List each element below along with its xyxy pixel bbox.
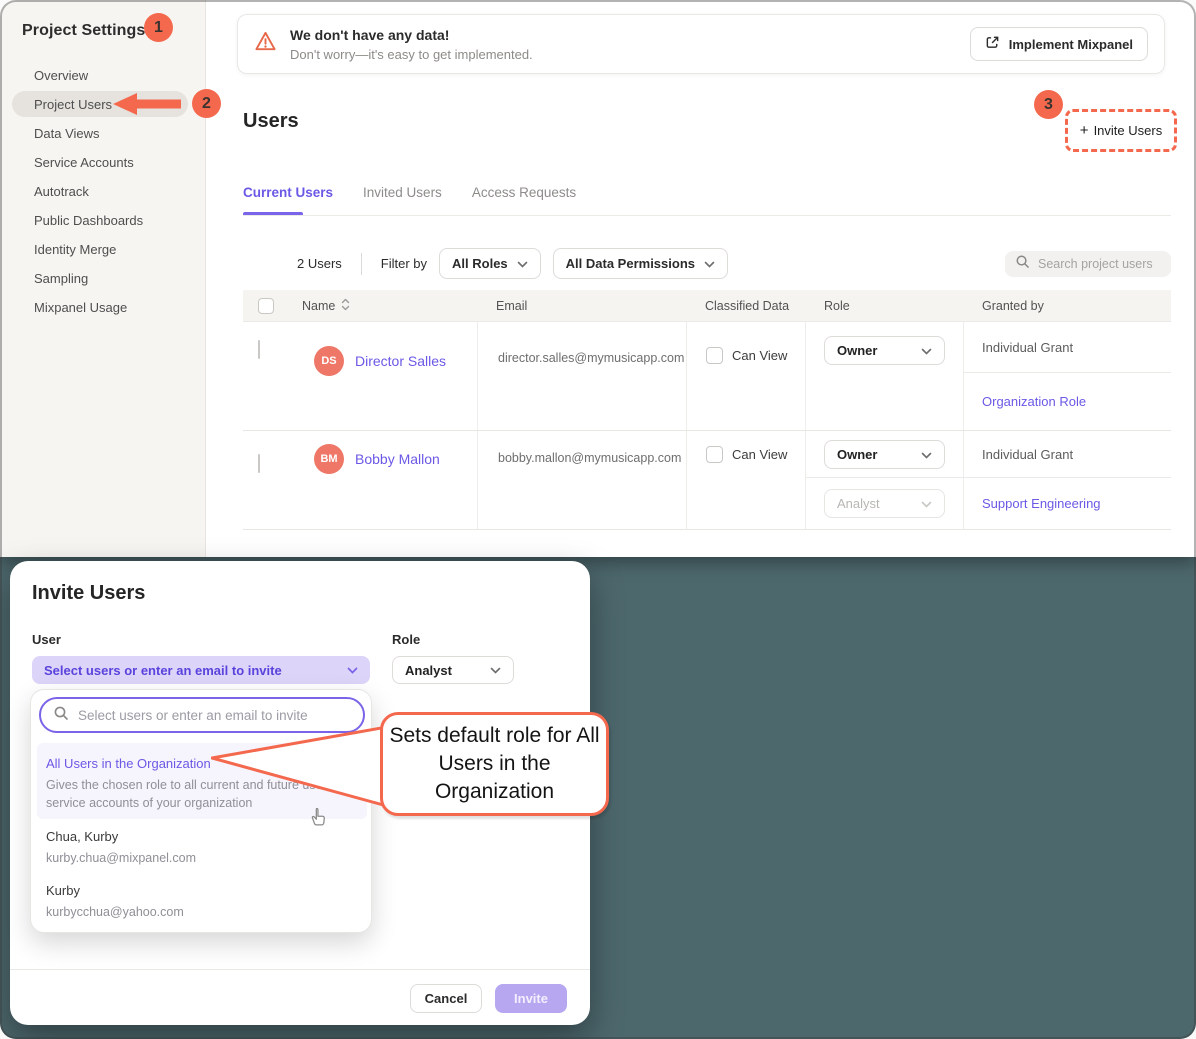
sidebar-item-overview[interactable]: Overview (0, 61, 206, 90)
tabs-divider (243, 215, 1171, 216)
invite-button[interactable]: Invite (495, 984, 567, 1013)
table-row: BM Bobby Mallon bobby.mallon@mymusicapp.… (243, 431, 1171, 530)
search-icon (1015, 254, 1030, 274)
permissions-filter-dropdown[interactable]: All Data Permissions (553, 248, 728, 279)
sidebar-item-mixpanel-usage[interactable]: Mixpanel Usage (0, 293, 206, 322)
table-row: DS Director Salles director.salles@mymus… (243, 322, 1171, 431)
invite-users-button[interactable]: + Invite Users (1065, 109, 1177, 152)
users-table: Name Email Classified Data Role Granted … (243, 290, 1171, 530)
tab-current-users[interactable]: Current Users (243, 185, 333, 216)
chevron-down-icon (517, 256, 528, 271)
option-kurby[interactable]: Kurby kurbycchua@yahoo.com (37, 883, 367, 921)
step-badge-1: 1 (144, 13, 173, 42)
col-name: Name (302, 299, 335, 313)
user-email: director.salles@mymusicapp.com (477, 322, 686, 430)
avatar: BM (314, 444, 344, 474)
banner-title: We don't have any data! (290, 27, 533, 43)
col-classified-data: Classified Data (686, 299, 805, 313)
implement-mixpanel-button[interactable]: Implement Mixpanel (970, 27, 1148, 61)
role-field-label: Role (392, 632, 420, 647)
step-badge-2: 2 (192, 89, 221, 118)
annotation-callout: Sets default role for All Users in the O… (380, 712, 609, 816)
avatar: DS (314, 346, 344, 376)
col-granted-by: Granted by (963, 299, 1171, 313)
page-title: Project Settings (22, 22, 145, 40)
sidebar-item-data-views[interactable]: Data Views (0, 119, 206, 148)
callout-tail (211, 722, 387, 815)
user-select-dropdown[interactable]: Select users or enter an email to invite (32, 656, 370, 684)
cancel-button[interactable]: Cancel (410, 984, 482, 1013)
external-link-icon (985, 35, 1000, 53)
search-input[interactable] (1038, 257, 1161, 271)
sidebar-item-service-accounts[interactable]: Service Accounts (0, 148, 206, 177)
sidebar-item-public-dashboards[interactable]: Public Dashboards (0, 206, 206, 235)
filter-by-label: Filter by (381, 256, 427, 271)
sidebar-item-sampling[interactable]: Sampling (0, 264, 206, 293)
chevron-down-icon (490, 661, 501, 679)
can-view-label: Can View (732, 446, 787, 463)
user-search-input[interactable] (78, 708, 351, 723)
support-engineering-link[interactable]: Support Engineering (982, 496, 1101, 511)
modal-title: Invite Users (32, 582, 145, 605)
tab-invited-users[interactable]: Invited Users (363, 185, 442, 216)
select-all-checkbox[interactable] (258, 298, 274, 314)
no-data-banner: We don't have any data! Don't worry—it's… (237, 14, 1165, 74)
col-role: Role (805, 299, 963, 313)
chevron-down-icon (921, 343, 932, 358)
chevron-down-icon (921, 447, 932, 462)
chevron-down-icon (704, 256, 715, 271)
banner-texts: We don't have any data! Don't worry—it's… (290, 27, 533, 62)
step-badge-3: 3 (1034, 90, 1063, 119)
option-chua-kurby[interactable]: Chua, Kurby kurby.chua@mixpanel.com (37, 829, 367, 867)
chevron-down-icon (921, 496, 932, 511)
row-checkbox[interactable] (258, 340, 260, 359)
plus-icon: + (1080, 122, 1089, 139)
sidebar-item-autotrack[interactable]: Autotrack (0, 177, 206, 206)
user-name-link[interactable]: Bobby Mallon (355, 444, 440, 474)
organization-role-link[interactable]: Organization Role (982, 394, 1086, 409)
can-view-checkbox[interactable] (706, 446, 723, 463)
row-checkbox[interactable] (258, 454, 260, 473)
user-field-label: User (32, 632, 61, 647)
user-email: bobby.mallon@mymusicapp.com (477, 431, 686, 529)
screenshot-canvas: Project Settings Overview Project Users … (0, 0, 1196, 1039)
warning-triangle-icon (254, 30, 277, 58)
granted-by-value: Individual Grant (982, 340, 1073, 355)
role-dropdown[interactable]: Owner (824, 336, 945, 365)
main-content: We don't have any data! Don't worry—it's… (206, 0, 1196, 557)
search-icon (53, 705, 69, 726)
modal-footer: Cancel Invite (10, 969, 590, 1025)
banner-subtitle: Don't worry—it's easy to get implemented… (290, 47, 533, 62)
granted-by-value: Individual Grant (982, 447, 1073, 462)
col-email: Email (477, 299, 686, 313)
chevron-down-icon (347, 661, 358, 679)
can-view-label: Can View (732, 347, 787, 364)
role-dropdown-disabled: Analyst (824, 489, 945, 518)
sort-arrows-icon[interactable] (341, 298, 350, 314)
sidebar-item-identity-merge[interactable]: Identity Merge (0, 235, 206, 264)
users-heading: Users (243, 110, 299, 133)
can-view-checkbox[interactable] (706, 347, 723, 364)
divider (361, 253, 362, 275)
settings-sidebar: Project Settings Overview Project Users … (0, 0, 206, 557)
role-select-dropdown[interactable]: Analyst (392, 656, 514, 684)
users-tabs: Current Users Invited Users Access Reque… (243, 185, 576, 216)
search-project-users[interactable] (1005, 251, 1171, 277)
left-arrow-icon (113, 93, 181, 120)
roles-filter-dropdown[interactable]: All Roles (439, 248, 541, 279)
project-settings-app: Project Settings Overview Project Users … (0, 0, 1196, 557)
tab-access-requests[interactable]: Access Requests (472, 185, 576, 216)
user-name-link[interactable]: Director Salles (355, 346, 446, 376)
user-count: 2 Users (297, 256, 342, 271)
role-dropdown[interactable]: Owner (824, 440, 945, 469)
table-header: Name Email Classified Data Role Granted … (243, 290, 1171, 322)
filter-row: 2 Users Filter by All Roles All Data Per… (243, 248, 1171, 279)
